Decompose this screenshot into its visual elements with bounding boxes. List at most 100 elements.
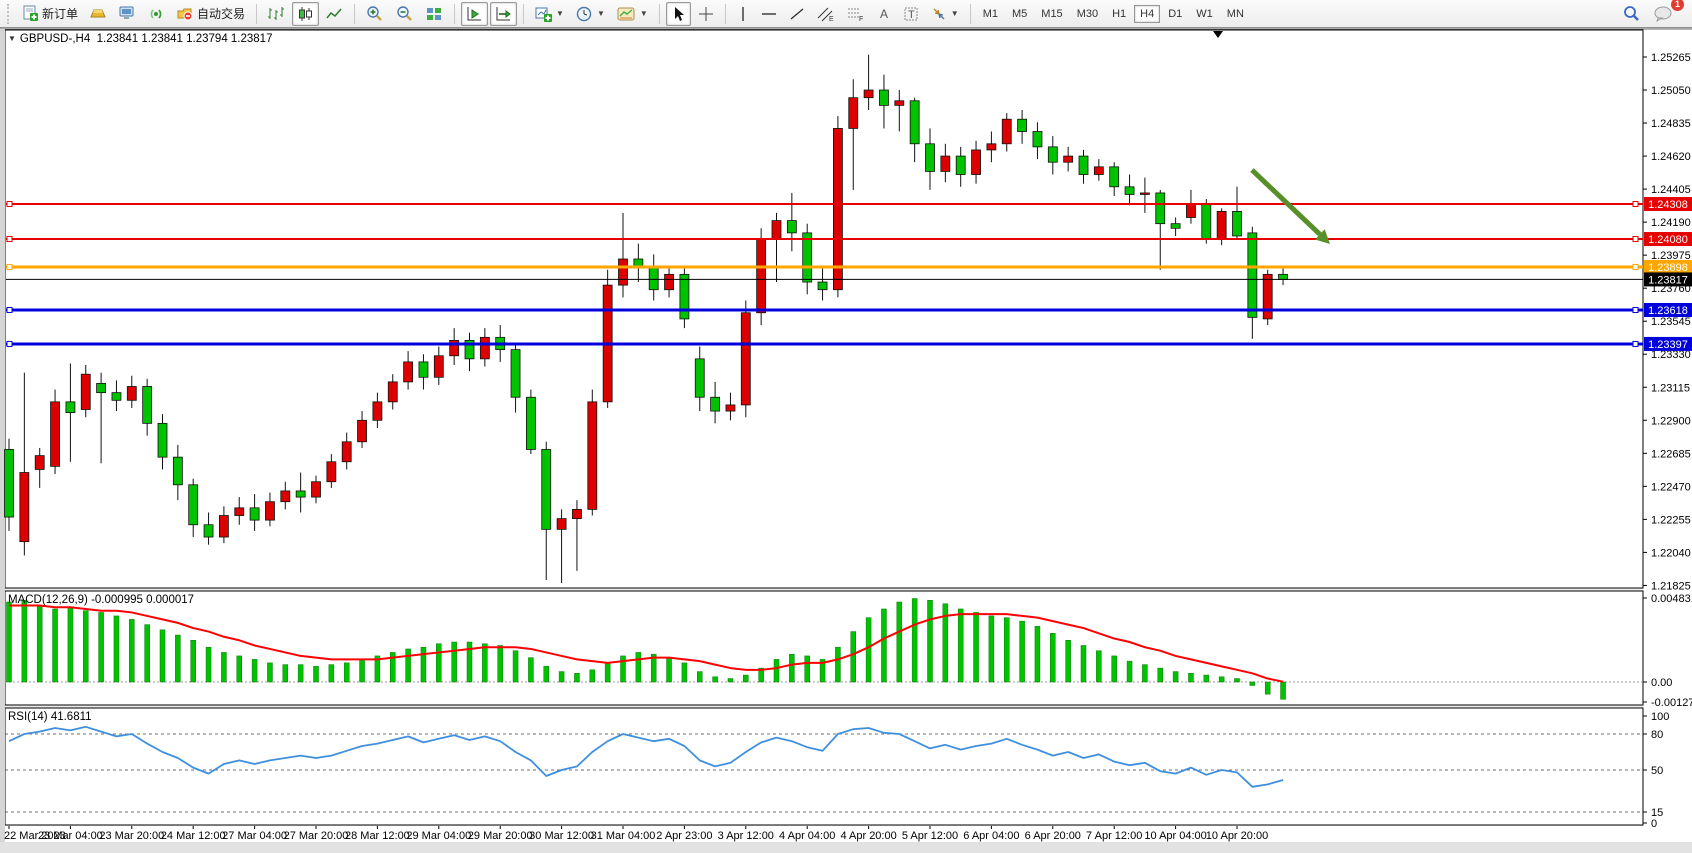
channel-tool-icon: E [817,6,835,22]
tf-w1-button[interactable]: W1 [1190,5,1219,23]
svg-text:1.25050: 1.25050 [1651,85,1691,97]
separator [454,4,455,24]
equidistant-channel-tool-button[interactable]: E [812,2,840,26]
separator [725,4,726,24]
tf-m15-button[interactable]: M15 [1035,5,1068,23]
svg-text:1.22900: 1.22900 [1651,415,1691,427]
market-watch-button[interactable] [85,2,112,26]
bar-chart-icon [268,6,285,22]
arrows-tool-button[interactable]: ▼ [926,2,964,26]
separator [659,4,660,24]
fibonacci-icon: F [847,6,865,22]
arrows-tool-icon [931,6,947,22]
tf-m1-button[interactable]: M1 [977,5,1004,23]
svg-text:10 Apr 20:00: 10 Apr 20:00 [1206,830,1268,842]
tf-d1-button[interactable]: D1 [1162,5,1188,23]
ohlc-values: 1.23841 1.23841 1.23794 1.23817 [97,33,273,45]
crosshair-tool-button[interactable] [693,2,719,26]
svg-text:4 Apr 20:00: 4 Apr 20:00 [840,830,896,842]
templates-button[interactable]: ▼ [612,2,653,26]
svg-text:1.23397: 1.23397 [1648,339,1688,351]
svg-text:6 Apr 04:00: 6 Apr 04:00 [963,830,1019,842]
new-order-icon [22,5,39,22]
chart-shift-button[interactable] [490,2,517,26]
tile-windows-button[interactable] [421,2,448,26]
separator [523,4,524,24]
label-tool-button[interactable]: T [898,2,924,26]
tf-m5-button[interactable]: M5 [1006,5,1033,23]
signals-button[interactable] [143,2,170,26]
svg-text:1.22470: 1.22470 [1651,481,1691,493]
zoom-out-button[interactable] [391,2,419,26]
line-chart-mode-button[interactable] [321,2,348,26]
svg-text:24 Mar 12:00: 24 Mar 12:00 [161,830,226,842]
new-chart-icon [535,6,552,22]
zoom-in-icon [366,5,384,22]
terminal-button[interactable] [114,2,141,26]
macd-indicator-label: MACD(12,26,9) -0.000995 0.000017 [8,594,194,606]
search-button[interactable] [1618,2,1646,26]
svg-text:50: 50 [1651,765,1663,777]
bar-chart-mode-button[interactable] [263,2,290,26]
text-tool-button[interactable]: A [872,2,896,26]
fibonacci-tool-button[interactable]: F [842,2,870,26]
tf-h4-button[interactable]: H4 [1134,5,1160,23]
zoom-in-button[interactable] [361,2,389,26]
chevron-down-icon: ▼ [951,9,959,18]
svg-text:23 Mar 04:00: 23 Mar 04:00 [38,830,103,842]
svg-text:1.23898: 1.23898 [1648,262,1688,274]
svg-text:7 Apr 12:00: 7 Apr 12:00 [1086,830,1142,842]
toolbar-grip [7,4,12,24]
svg-text:27 Mar 04:00: 27 Mar 04:00 [222,830,287,842]
svg-text:A: A [880,7,888,21]
svg-text:0: 0 [1651,818,1657,830]
tf-mn-button[interactable]: MN [1221,5,1250,23]
auto-trading-button[interactable]: 自动交易 [172,2,250,26]
auto-scroll-icon [466,6,483,22]
svg-text:1.23330: 1.23330 [1651,349,1691,361]
vertical-line-icon [737,6,749,22]
svg-text:2 Apr 23:00: 2 Apr 23:00 [656,830,712,842]
tf-h1-button[interactable]: H1 [1106,5,1132,23]
svg-text:-0.001273: -0.001273 [1651,697,1692,709]
candlestick-chart-icon [297,6,314,22]
vertical-line-tool-button[interactable] [732,2,754,26]
search-icon [1623,5,1641,22]
chart-template-icon [617,6,636,22]
candle-chart-mode-button[interactable] [292,2,319,26]
chevron-down-icon: ▼ [556,9,564,18]
svg-text:28 Mar 12:00: 28 Mar 12:00 [345,830,410,842]
svg-text:1.24308: 1.24308 [1648,199,1688,211]
tf-m30-button[interactable]: M30 [1071,5,1104,23]
notifications-button[interactable]: 1 [1648,2,1678,26]
new-order-button[interactable]: 新订单 [17,2,83,26]
signal-icon [148,6,165,21]
rsi-indicator-label: RSI(14) 41.6811 [8,711,92,723]
horizontal-line-tool-button[interactable] [756,2,782,26]
trendline-icon [789,6,805,22]
svg-text:0.004831: 0.004831 [1651,593,1692,605]
chevron-down-icon: ▼ [640,9,648,18]
periods-button[interactable]: ▼ [571,2,610,26]
svg-text:1.24620: 1.24620 [1651,151,1691,163]
svg-text:1.25265: 1.25265 [1651,52,1691,64]
clock-icon [576,6,593,22]
notification-badge: 1 [1671,0,1684,11]
new-chart-button[interactable]: ▼ [530,2,569,26]
trendline-tool-button[interactable] [784,2,810,26]
svg-text:30 Mar 12:00: 30 Mar 12:00 [529,830,594,842]
symbol-label: GBPUSD-,H4 [20,33,90,45]
svg-text:3 Apr 12:00: 3 Apr 12:00 [718,830,774,842]
svg-text:1.23817: 1.23817 [1648,274,1688,286]
chart-collapse-icon[interactable]: ▼ [8,34,16,43]
svg-text:5 Apr 12:00: 5 Apr 12:00 [902,830,958,842]
auto-trading-icon [177,6,194,21]
chart-canvas[interactable]: 1.252651.250501.248351.246201.244051.241… [0,28,1692,853]
svg-text:1.24835: 1.24835 [1651,118,1691,130]
main-toolbar: 新订单 自动交易 [0,0,1692,28]
horizontal-line-icon [761,6,777,22]
cursor-tool-button[interactable] [666,2,691,26]
tile-windows-icon [426,6,443,22]
svg-text:10 Apr 04:00: 10 Apr 04:00 [1144,830,1206,842]
auto-scroll-button[interactable] [461,2,488,26]
